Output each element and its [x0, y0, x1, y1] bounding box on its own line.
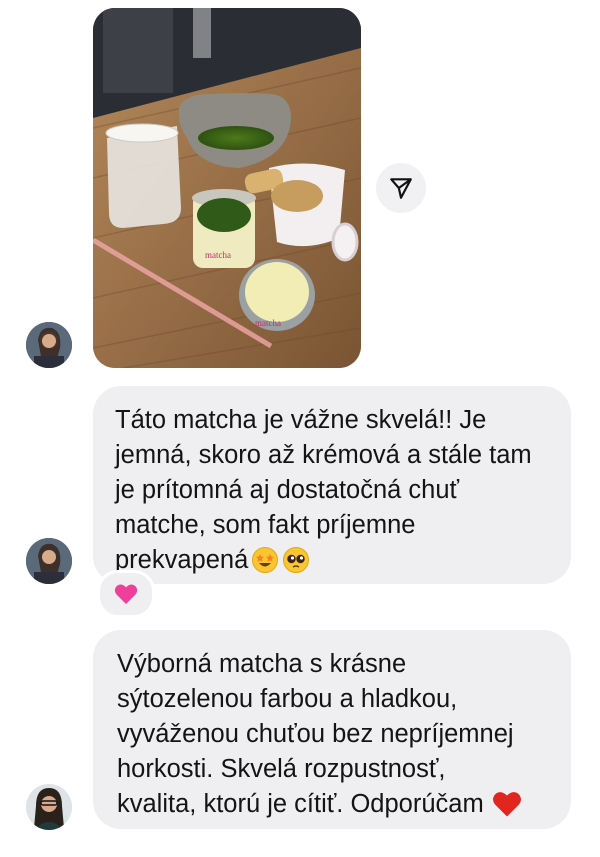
share-button[interactable]: [376, 163, 426, 213]
sender-avatar[interactable]: [26, 784, 72, 830]
photo-message[interactable]: matcha matcha: [93, 8, 361, 368]
photo-label-tin: matcha: [255, 318, 281, 328]
message-text: Táto matcha je vážne skvelá!! Je jemná, …: [115, 406, 532, 574]
avatar-image: [26, 538, 72, 584]
avatar-image: [26, 784, 72, 830]
avatar-image: [26, 322, 72, 368]
message-bubble[interactable]: Výborná matcha s krásne sýtozelenou farb…: [93, 630, 571, 829]
message-text: Výborná matcha s krásne sýtozelenou farb…: [117, 650, 514, 818]
star-struck-emoji: [251, 546, 279, 584]
sender-avatar[interactable]: [26, 322, 72, 368]
message-bubble[interactable]: Táto matcha je vážne skvelá!! Je jemná, …: [93, 386, 571, 584]
pleading-face-emoji: [282, 546, 310, 584]
reaction-badge[interactable]: [97, 570, 155, 618]
matcha-set-photo: matcha matcha: [93, 8, 361, 368]
photo-label-jar: matcha: [205, 250, 231, 260]
pink-heart-emoji: [114, 584, 138, 604]
paper-plane-icon: [390, 178, 412, 199]
red-heart-emoji: [492, 790, 522, 828]
sender-avatar[interactable]: [26, 538, 72, 584]
